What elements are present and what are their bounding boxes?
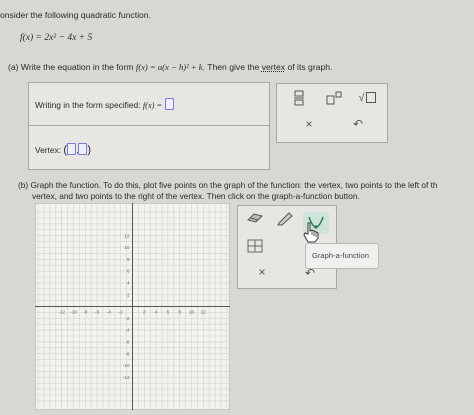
vertex-label: Vertex: xyxy=(35,145,62,155)
x-tick-label: 2 xyxy=(143,310,146,315)
undo-button[interactable]: ↶ xyxy=(352,117,364,131)
y-tick-label: -12 xyxy=(123,375,130,380)
superscript-icon xyxy=(326,91,342,105)
x-tick-label: 4 xyxy=(155,310,158,315)
vertex-row: Vertex: (,) xyxy=(35,143,92,156)
pencil-icon xyxy=(277,212,293,226)
y-tick-label: -4 xyxy=(125,328,130,333)
eraser-icon xyxy=(247,213,263,223)
y-tick-label: -10 xyxy=(123,363,130,368)
y-tick-label: 6 xyxy=(127,269,130,274)
answer-divider xyxy=(28,125,270,126)
writing-label: Writing in the form specified: xyxy=(35,100,141,110)
y-tick-label: 12 xyxy=(124,233,130,238)
y-tick-label: 10 xyxy=(124,245,130,250)
sqrt-icon: √ xyxy=(358,91,365,104)
writing-fx: f(x) = xyxy=(142,101,163,110)
vertex-link[interactable]: vertex xyxy=(262,62,285,72)
y-tick-label: -8 xyxy=(125,351,130,356)
hand-cursor-icon xyxy=(303,222,319,243)
pencil-button[interactable] xyxy=(276,210,294,226)
y-tick-label: -6 xyxy=(125,340,130,345)
x-tick-label: 12 xyxy=(201,310,207,315)
vertex-x-input[interactable] xyxy=(67,143,77,155)
graph-area[interactable]: -12 -10 -8 -6 -4 -2 2 4 6 8 10 12 12 10 8 6 4 2 -2 -4 -6 -8 -1… xyxy=(35,203,230,410)
fraction-icon xyxy=(294,90,304,106)
y-tick-label: 4 xyxy=(127,281,130,286)
y-tick-label: 8 xyxy=(127,257,130,262)
superscript-button[interactable] xyxy=(325,90,343,106)
x-tick-label: 6 xyxy=(167,310,170,315)
x-tick-label: -10 xyxy=(70,310,77,315)
part-a-middle: . Then give the xyxy=(202,62,260,72)
grid-icon xyxy=(247,239,263,253)
x-tick-label: 10 xyxy=(189,310,195,315)
grid-select-button[interactable] xyxy=(246,238,264,254)
x-tick-label: -6 xyxy=(95,310,100,315)
y-tick-label: 2 xyxy=(127,292,130,297)
x-tick-label: -4 xyxy=(107,310,112,315)
graph-clear-button[interactable]: × xyxy=(256,265,268,279)
form-expression: f(x) = a(x − h)² + k xyxy=(135,62,203,72)
intro-text: onsider the following quadratic function… xyxy=(0,10,151,20)
y-tick-label: -2 xyxy=(125,316,130,321)
part-a-prefix: (a) Write the equation in the form xyxy=(8,62,134,72)
part-b-line1: (b) Graph the function. To do this, plot… xyxy=(18,180,438,190)
eraser-button[interactable] xyxy=(246,211,264,225)
part-a-prompt: (a) Write the equation in the form f(x) … xyxy=(8,62,332,72)
sqrt-button[interactable]: √ xyxy=(357,89,377,106)
x-tick-label: -8 xyxy=(83,310,88,315)
tooltip-label: Graph-a-function xyxy=(312,251,369,260)
function-expression: f(x) = 2x² − 4x + 5 xyxy=(20,33,93,43)
part-b-line2: vertex, and two points to the right of t… xyxy=(32,191,360,201)
part-a-suffix: of its graph. xyxy=(287,62,333,72)
x-tick-label: -12 xyxy=(58,310,65,315)
x-tick-label: -2 xyxy=(119,310,124,315)
equation-input[interactable] xyxy=(164,98,174,110)
answer-panel xyxy=(28,82,270,170)
x-tick-label: 8 xyxy=(178,310,181,315)
fraction-button[interactable] xyxy=(291,89,307,107)
clear-button[interactable]: × xyxy=(303,117,315,131)
writing-row: Writing in the form specified: f(x) = xyxy=(35,98,174,110)
